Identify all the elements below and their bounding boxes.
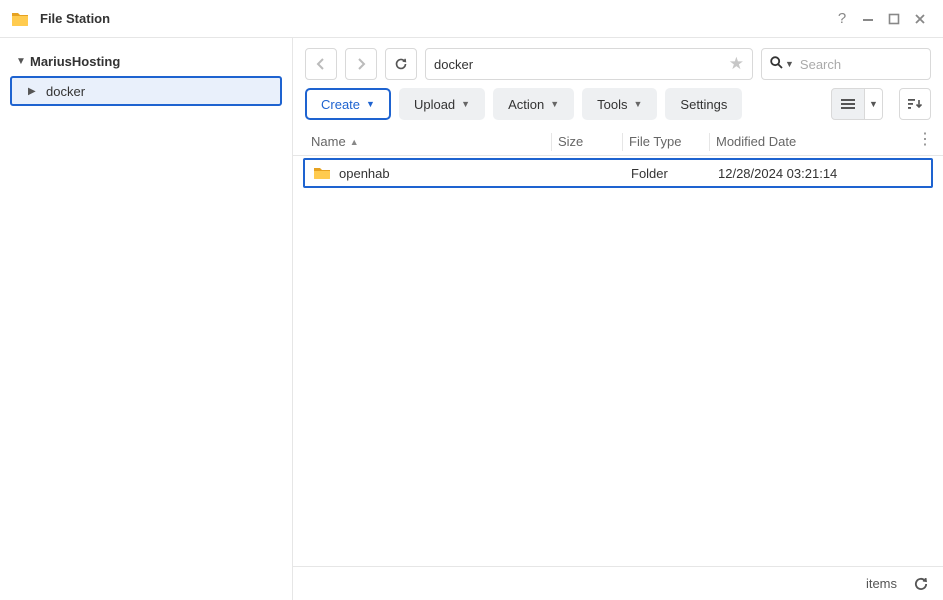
help-icon[interactable]: ? [829,6,855,32]
toolbar: Create ▼ Upload ▼ Action ▼ Tools ▼ Setti… [293,88,943,128]
column-options-icon[interactable]: ⋮ [917,132,933,148]
chevron-down-icon: ▼ [366,99,375,109]
view-mode-caret[interactable]: ▼ [865,88,883,120]
search-icon [770,56,783,72]
file-date: 12/28/2024 03:21:14 [718,166,837,181]
upload-button[interactable]: Upload ▼ [399,88,485,120]
status-refresh-button[interactable] [913,576,929,592]
action-label: Action [508,97,544,112]
table-row[interactable]: openhab Folder 12/28/2024 03:21:14 [303,158,933,188]
minimize-icon[interactable] [855,6,881,32]
app-title: File Station [40,11,110,26]
sort-asc-icon: ▲ [350,137,359,147]
close-icon[interactable] [907,6,933,32]
sort-button[interactable] [899,88,931,120]
column-header-size[interactable]: Size [552,134,622,149]
search-input[interactable] [800,57,922,72]
tools-label: Tools [597,97,627,112]
path-input[interactable] [434,57,729,72]
search-box: ▼ [761,48,931,80]
file-name: openhab [339,166,390,181]
tree-root[interactable]: ▼ MariusHosting [10,48,282,74]
path-input-container: ★ [425,48,753,80]
folder-icon [313,166,331,180]
nav-back-button[interactable] [305,48,337,80]
table-header: Name ▲ Size File Type Modified Date ⋮ [293,128,943,156]
status-items-label: items [866,576,897,591]
settings-button[interactable]: Settings [665,88,742,120]
file-list: openhab Folder 12/28/2024 03:21:14 [293,156,943,566]
app-folder-icon [10,9,30,29]
tree-root-label: MariusHosting [30,54,120,69]
sidebar-item-label: docker [46,84,85,99]
chevron-down-icon: ▼ [634,99,643,109]
view-mode-group: ▼ [831,88,883,120]
chevron-down-icon: ▼ [550,99,559,109]
maximize-icon[interactable] [881,6,907,32]
settings-label: Settings [680,97,727,112]
column-header-name[interactable]: Name ▲ [305,134,551,149]
sidebar-item-docker[interactable]: ▶ docker [10,76,282,106]
action-button[interactable]: Action ▼ [493,88,574,120]
column-header-type[interactable]: File Type [623,134,709,149]
nav-bar: ★ ▼ [293,38,943,88]
status-bar: items [293,566,943,600]
upload-label: Upload [414,97,455,112]
column-header-date[interactable]: Modified Date [710,134,931,149]
main-panel: ★ ▼ Create ▼ Upload ▼ Action ▼ [292,38,943,600]
titlebar: File Station ? [0,0,943,38]
nav-refresh-button[interactable] [385,48,417,80]
chevron-right-icon: ▶ [28,86,42,97]
nav-forward-button[interactable] [345,48,377,80]
create-label: Create [321,97,360,112]
sidebar: ▼ MariusHosting ▶ docker [0,38,292,600]
chevron-down-icon: ▼ [14,56,28,67]
search-scope-caret-icon[interactable]: ▼ [785,59,794,69]
favorite-star-icon[interactable]: ★ [729,54,744,74]
view-list-button[interactable] [831,88,865,120]
create-button[interactable]: Create ▼ [305,88,391,120]
chevron-down-icon: ▼ [461,99,470,109]
file-type: Folder [631,166,668,181]
tools-button[interactable]: Tools ▼ [582,88,657,120]
